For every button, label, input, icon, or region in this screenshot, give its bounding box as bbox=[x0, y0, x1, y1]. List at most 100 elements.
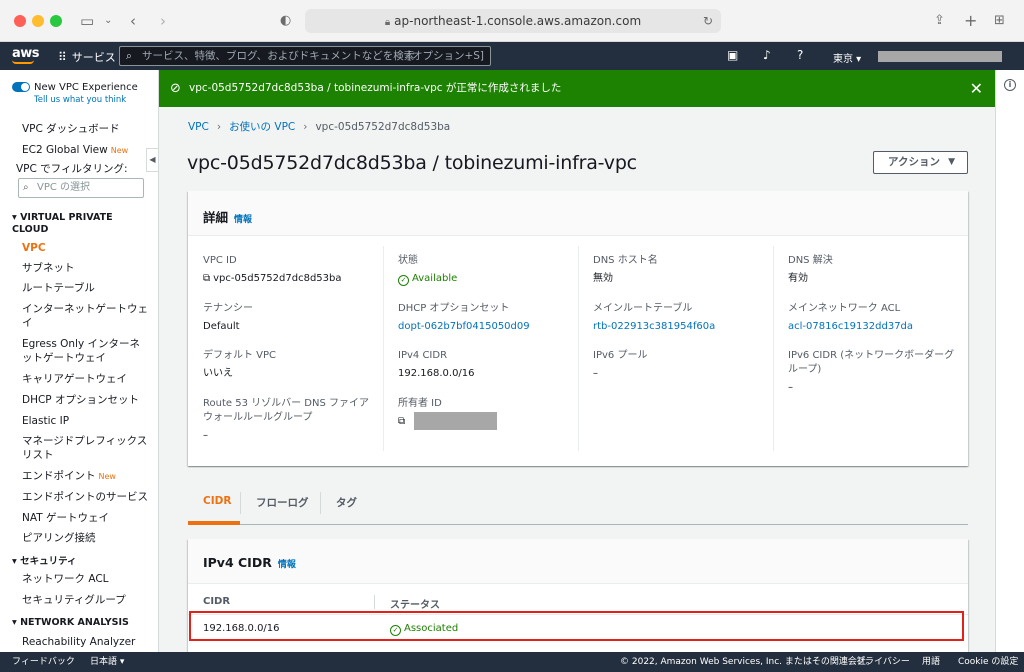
sidebar-item-carrier-gateways[interactable]: キャリアゲートウェイ bbox=[22, 372, 148, 386]
new-vpc-experience-toggle[interactable] bbox=[12, 82, 30, 92]
cloudshell-icon[interactable]: ▣ bbox=[727, 48, 738, 62]
sidebar-item-endpoint-services[interactable]: エンドポイントのサービス bbox=[22, 490, 148, 504]
sidebar-item-route-tables[interactable]: ルートテーブル bbox=[22, 281, 148, 295]
state-value: ✓ Available bbox=[398, 272, 457, 286]
zoom-window-button[interactable] bbox=[50, 15, 62, 27]
detail-tabs: CIDR フローログ タグ bbox=[188, 485, 968, 525]
tab-flow-logs[interactable]: フローログ bbox=[256, 495, 309, 510]
sidebar-item-dashboard[interactable]: VPC ダッシュボード bbox=[22, 122, 148, 136]
language-selector[interactable]: 日本語 ▾ bbox=[90, 652, 124, 672]
terms-link[interactable]: 用語 bbox=[922, 652, 940, 672]
browser-toolbar: ▭ ⌄ ‹ › ◐ 🔒︎ ap-northeast-1.console.aws.a… bbox=[0, 0, 1024, 42]
info-link[interactable]: 情報 bbox=[234, 215, 252, 225]
tenancy-label: テナンシー bbox=[203, 303, 253, 314]
new-badge: New bbox=[110, 146, 129, 155]
tab-overview-icon[interactable]: ⊞ bbox=[994, 11, 1005, 31]
dns-resolution-value: 有効 bbox=[788, 273, 808, 284]
sidebar-item-managed-prefix-lists[interactable]: マネージドプレフィックスリスト bbox=[22, 434, 148, 462]
section-network-analysis[interactable]: ▾ NETWORK ANALYSIS bbox=[12, 617, 144, 629]
default-vpc-label: デフォルト VPC bbox=[203, 350, 277, 361]
success-flash-banner: ⊘ vpc-05d5752d7dc8d53ba / tobinezumi-inf… bbox=[159, 70, 995, 107]
console-footer: フィードバック 日本語 ▾ © 2022, Amazon Web Service… bbox=[0, 652, 1024, 672]
address-bar[interactable]: 🔒︎ ap-northeast-1.console.aws.amazon.com … bbox=[305, 9, 721, 33]
services-menu[interactable]: ⠿ サービス bbox=[58, 49, 116, 65]
section-virtual-private-cloud[interactable]: ▾ VIRTUAL PRIVATE CLOUD bbox=[12, 212, 144, 236]
search-icon: ⌕ bbox=[23, 182, 29, 193]
section-label: VIRTUAL PRIVATE CLOUD bbox=[12, 212, 113, 235]
tab-cidr[interactable]: CIDR bbox=[203, 495, 231, 507]
left-sidebar: New VPC Experience Tell us what you thin… bbox=[0, 70, 159, 652]
sidebar-item-elastic-ip[interactable]: Elastic IP bbox=[22, 414, 148, 428]
column-header-status[interactable]: ステータス bbox=[390, 596, 440, 611]
sidebar-item-network-acl[interactable]: ネットワーク ACL bbox=[22, 572, 148, 586]
account-menu-redacted[interactable] bbox=[878, 51, 1002, 62]
region-selector[interactable]: 東京 ▾ bbox=[833, 50, 861, 65]
services-label: サービス bbox=[71, 51, 116, 64]
feedback-link[interactable]: Tell us what you think bbox=[34, 95, 126, 105]
sidebar-item-internet-gateways[interactable]: インターネットゲートウェイ bbox=[22, 302, 148, 330]
global-search-input[interactable]: ⌕ サービス、特徴、ブログ、およびドキュメントなどを検索 [オプション+S] bbox=[119, 46, 491, 66]
owner-id-redacted bbox=[414, 412, 497, 430]
close-window-button[interactable] bbox=[14, 15, 26, 27]
main-acl-link[interactable]: acl-07816c19132dd37da bbox=[788, 320, 913, 334]
close-icon[interactable]: ✕ bbox=[970, 70, 983, 107]
collapse-sidebar-handle[interactable]: ◀ bbox=[146, 148, 158, 172]
minimize-window-button[interactable] bbox=[32, 15, 44, 27]
cidr-header: IPv4 CIDR 情報 bbox=[188, 539, 968, 584]
help-icon[interactable]: ? bbox=[797, 48, 803, 62]
sidebar-item-global-view[interactable]: EC2 Global View New bbox=[22, 143, 148, 158]
column-header-cidr[interactable]: CIDR bbox=[203, 596, 230, 607]
sidebar-toggle-icon[interactable]: ▭ bbox=[80, 11, 94, 31]
ipv4-label: IPv4 CIDR bbox=[398, 350, 448, 361]
feedback-button[interactable]: フィードバック bbox=[12, 652, 75, 672]
dhcp-label: DHCP オプションセット bbox=[398, 303, 510, 314]
main-route-table-label: メインルートテーブル bbox=[593, 303, 693, 314]
details-title: 詳細 bbox=[203, 210, 229, 225]
section-label: セキュリティ bbox=[20, 556, 77, 567]
sidebar-item-reachability-analyzer[interactable]: Reachability Analyzer bbox=[22, 635, 148, 649]
cidr-title: IPv4 CIDR bbox=[203, 555, 272, 570]
reload-icon[interactable]: ↻ bbox=[703, 9, 713, 33]
copy-icon[interactable]: ⧉ bbox=[203, 272, 210, 286]
forward-icon[interactable]: › bbox=[160, 11, 166, 31]
privacy-shield-icon[interactable]: ◐ bbox=[280, 11, 291, 31]
owner-label: 所有者 ID bbox=[398, 398, 442, 409]
sidebar-item-endpoints[interactable]: エンドポイント New bbox=[22, 469, 148, 484]
privacy-link[interactable]: プライバシー bbox=[856, 652, 910, 672]
breadcrumb-vpc[interactable]: VPC bbox=[188, 121, 209, 133]
aws-smile-icon bbox=[12, 60, 34, 64]
aws-logo[interactable]: aws bbox=[12, 46, 40, 64]
main-route-table-link[interactable]: rtb-022913c381954f60a bbox=[593, 320, 715, 334]
section-security[interactable]: ▾ セキュリティ bbox=[12, 556, 144, 568]
info-icon[interactable]: i bbox=[1004, 79, 1016, 91]
resolver-value: – bbox=[203, 430, 208, 441]
toggle-label: New VPC Experience bbox=[34, 82, 138, 93]
chevron-right-icon: › bbox=[303, 121, 308, 133]
dhcp-link[interactable]: dopt-062b7bf0415050d09 bbox=[398, 320, 530, 334]
success-check-icon: ⊘ bbox=[170, 81, 181, 96]
share-icon[interactable]: ⇪ bbox=[934, 11, 945, 31]
new-tab-icon[interactable]: + bbox=[964, 11, 977, 31]
column-separator bbox=[374, 595, 375, 609]
cookie-settings-link[interactable]: Cookie の設定 bbox=[958, 652, 1018, 672]
state-label: 状態 bbox=[398, 255, 418, 266]
info-link[interactable]: 情報 bbox=[278, 560, 296, 570]
sidebar-item-vpc[interactable]: VPC bbox=[22, 241, 148, 255]
chevron-down-icon[interactable]: ⌄ bbox=[104, 11, 112, 31]
sidebar-item-nat-gateways[interactable]: NAT ゲートウェイ bbox=[22, 511, 148, 525]
back-icon[interactable]: ‹ bbox=[130, 11, 136, 31]
ipv6-pool-label: IPv6 プール bbox=[593, 350, 648, 361]
sidebar-item-dhcp-options[interactable]: DHCP オプションセット bbox=[22, 393, 148, 407]
copy-icon[interactable]: ⧉ bbox=[398, 415, 405, 429]
vpc-filter-select[interactable]: ⌕ VPC の選択 bbox=[18, 178, 144, 198]
breadcrumb-your-vpcs[interactable]: お使いの VPC bbox=[229, 121, 295, 133]
sidebar-item-egress-only-gateways[interactable]: Egress Only インターネットゲートウェイ bbox=[22, 337, 148, 365]
sidebar-item-peering[interactable]: ピアリング接続 bbox=[22, 531, 148, 545]
flash-message: vpc-05d5752d7dc8d53ba / tobinezumi-infra… bbox=[189, 82, 562, 94]
actions-button[interactable]: アクション ▼ bbox=[873, 151, 968, 174]
sidebar-item-security-groups[interactable]: セキュリティグループ bbox=[22, 593, 148, 607]
column-divider bbox=[383, 246, 384, 451]
tab-tags[interactable]: タグ bbox=[336, 495, 357, 510]
sidebar-item-subnets[interactable]: サブネット bbox=[22, 261, 148, 275]
bell-icon[interactable]: ♪ bbox=[763, 48, 771, 62]
